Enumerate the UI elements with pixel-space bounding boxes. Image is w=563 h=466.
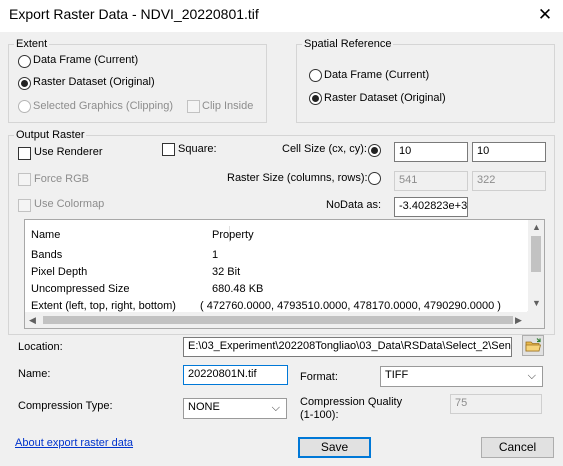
extent-raster-dataset-label[interactable]: Raster Dataset (Original) <box>33 76 155 88</box>
vertical-scroll-thumb[interactable] <box>531 236 541 272</box>
compression-quality-label-line1: Compression Quality <box>300 396 403 408</box>
raster-columns-input: 541 <box>394 171 468 191</box>
sr-data-frame-label[interactable]: Data Frame (Current) <box>324 69 429 81</box>
scrollbar-corner <box>527 311 544 328</box>
compression-type-label: Compression Type: <box>18 400 113 412</box>
scroll-up-icon[interactable]: ▲ <box>532 222 541 232</box>
table-row-name: Uncompressed Size <box>31 283 130 295</box>
browse-folder-button[interactable] <box>522 335 544 356</box>
properties-table[interactable]: Name Property Bands 1 Pixel Depth 32 Bit… <box>24 219 545 329</box>
compression-type-select[interactable]: NONE ⌵ <box>183 398 287 419</box>
use-colormap-checkbox <box>18 199 31 212</box>
window-title: Export Raster Data - NDVI_20220801.tif <box>9 6 259 22</box>
raster-rows-input: 322 <box>472 171 546 191</box>
sr-data-frame-radio[interactable] <box>309 69 322 82</box>
compression-quality-label: Compression Quality (1-100): <box>300 396 402 422</box>
square-label[interactable]: Square: <box>178 143 217 155</box>
clip-inside-label: Clip Inside <box>202 100 254 112</box>
table-row-value: 680.48 KB <box>212 283 264 295</box>
extent-selected-graphics-label: Selected Graphics (Clipping) <box>33 100 174 112</box>
force-rgb-label: Force RGB <box>34 173 90 185</box>
extent-raster-dataset-radio[interactable] <box>18 77 31 90</box>
table-row-value: ( 472760.0000, 4793510.0000, 478170.0000… <box>200 300 501 312</box>
cell-size-x-input[interactable]: 10 <box>394 142 468 162</box>
cell-size-y-input[interactable]: 10 <box>472 142 546 162</box>
sr-raster-dataset-radio[interactable] <box>309 92 322 105</box>
nodata-input[interactable]: -3.402823e+3 <box>394 197 468 217</box>
horizontal-scrollbar[interactable]: ◀ ▶ <box>25 312 528 328</box>
compression-quality-label-line2: (1-100): <box>300 409 339 421</box>
cell-size-label: Cell Size (cx, cy): <box>282 143 367 155</box>
table-header-property[interactable]: Property <box>212 229 254 241</box>
location-label: Location: <box>18 341 63 353</box>
cell-size-radio[interactable] <box>368 144 381 157</box>
scroll-left-icon[interactable]: ◀ <box>29 315 36 326</box>
table-row-name: Pixel Depth <box>31 266 88 278</box>
extent-data-frame-label[interactable]: Data Frame (Current) <box>33 54 138 66</box>
table-row-value: 32 Bit <box>212 266 241 278</box>
chevron-down-icon: ⌵ <box>271 402 280 414</box>
chevron-down-icon: ⌵ <box>527 370 536 382</box>
table-row-value: 1 <box>212 249 219 261</box>
save-button[interactable]: Save <box>298 437 371 458</box>
vertical-scrollbar[interactable]: ▲ ▼ <box>528 220 544 312</box>
compression-type-value: NONE <box>188 401 220 413</box>
output-raster-legend: Output Raster <box>14 129 87 141</box>
extent-data-frame-radio[interactable] <box>18 55 31 68</box>
spatial-reference-legend: Spatial Reference <box>302 38 394 50</box>
raster-size-radio[interactable] <box>368 172 381 185</box>
use-colormap-label: Use Colormap <box>34 198 105 210</box>
spatial-reference-group <box>296 44 555 123</box>
folder-icon <box>525 338 542 352</box>
use-renderer-checkbox[interactable] <box>18 147 31 160</box>
name-label: Name: <box>18 368 51 380</box>
clip-inside-checkbox <box>187 100 200 113</box>
format-value: TIFF <box>385 369 409 381</box>
close-icon[interactable]: ✕ <box>533 4 557 26</box>
scroll-down-icon[interactable]: ▼ <box>532 298 541 308</box>
cancel-button[interactable]: Cancel <box>481 437 554 458</box>
format-select[interactable]: TIFF ⌵ <box>380 366 543 387</box>
horizontal-scroll-thumb[interactable] <box>43 316 513 324</box>
raster-size-label: Raster Size (columns, rows): <box>227 172 368 184</box>
use-renderer-label[interactable]: Use Renderer <box>34 146 102 158</box>
extent-legend: Extent <box>14 38 50 50</box>
compression-quality-input: 75 <box>450 394 542 414</box>
extent-selected-graphics-radio <box>18 100 31 113</box>
sr-raster-dataset-label[interactable]: Raster Dataset (Original) <box>324 92 446 104</box>
name-input[interactable]: 20220801N.tif <box>183 365 288 385</box>
table-header-name[interactable]: Name <box>31 229 60 241</box>
scroll-right-icon[interactable]: ▶ <box>515 315 522 326</box>
force-rgb-checkbox <box>18 173 31 186</box>
square-checkbox[interactable] <box>162 143 175 156</box>
format-label: Format: <box>300 371 338 383</box>
table-row-name: Bands <box>31 249 63 261</box>
nodata-label: NoData as: <box>326 199 382 211</box>
about-export-raster-link[interactable]: About export raster data <box>15 437 133 449</box>
table-row-name: Extent (left, top, right, bottom) <box>31 300 176 312</box>
location-input[interactable]: E:\03_Experiment\202208Tongliao\03_Data\… <box>183 337 512 357</box>
